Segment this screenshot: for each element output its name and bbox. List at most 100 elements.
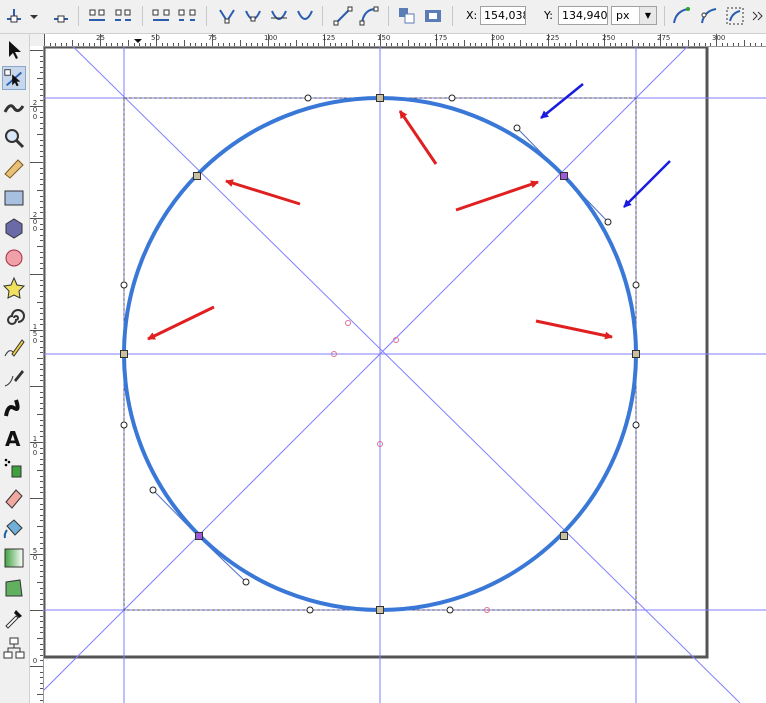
node-tool-button[interactable] xyxy=(2,66,26,90)
measure-tool-icon[interactable] xyxy=(2,156,26,180)
auto-smooth-node-icon[interactable] xyxy=(294,5,316,27)
v-ruler-label: 2 0 0 xyxy=(32,211,38,233)
drawing-canvas[interactable] xyxy=(44,47,766,703)
h-ruler-label: 275 xyxy=(657,34,671,42)
stroke-to-path-icon[interactable] xyxy=(422,5,444,27)
ellipse-tool-icon[interactable] xyxy=(2,246,26,270)
show-bezier-handles-icon[interactable] xyxy=(698,5,720,27)
show-transform-handles-icon[interactable] xyxy=(670,5,692,27)
pencil-tool-icon[interactable] xyxy=(2,336,26,360)
handle xyxy=(242,578,250,586)
v-ruler-label: 5 0 xyxy=(32,547,38,562)
horizontal-ruler[interactable]: 25 50 75 100 125 150 175 200 225 250 275… xyxy=(44,34,766,47)
text-tool-icon[interactable]: A xyxy=(2,426,26,450)
svg-text:A: A xyxy=(5,427,21,450)
canvas-drawing xyxy=(44,47,766,703)
page-border xyxy=(44,47,709,659)
spray-tool-icon[interactable] xyxy=(2,456,26,480)
rectangle-tool-icon[interactable] xyxy=(2,186,26,210)
symmetric-node-icon[interactable] xyxy=(268,5,290,27)
ruler-corner xyxy=(30,34,44,46)
node-tool-icon xyxy=(4,69,22,87)
delete-segment-icon[interactable] xyxy=(176,5,198,27)
handle xyxy=(513,124,521,132)
calligraphy-tool-icon[interactable] xyxy=(2,396,26,420)
h-ruler-label: 175 xyxy=(434,34,448,42)
show-path-outline-icon[interactable] xyxy=(724,5,746,27)
h-ruler-label: 125 xyxy=(322,34,336,42)
h-ruler-label: 50 xyxy=(151,34,160,42)
connector-tool-icon[interactable] xyxy=(2,636,26,660)
handle xyxy=(632,281,640,289)
blue-annotation-arrows xyxy=(540,83,671,208)
node-selected xyxy=(195,532,203,540)
x-label: X: xyxy=(466,9,478,22)
node xyxy=(193,172,201,180)
3d-box-tool-icon[interactable] xyxy=(2,216,26,240)
make-segment-line-icon[interactable] xyxy=(332,5,354,27)
h-ruler-label: 100 xyxy=(264,34,278,42)
handle xyxy=(120,421,128,429)
dropper-tool-icon[interactable] xyxy=(2,606,26,630)
delete-node-icon[interactable] xyxy=(50,5,72,27)
handle xyxy=(448,94,456,102)
handle xyxy=(304,94,312,102)
node xyxy=(120,350,128,358)
vertical-ruler[interactable]: 2 0 0 2 0 0 1 5 0 1 0 0 5 0 0 xyxy=(30,46,44,703)
v-ruler-label: 0 xyxy=(32,657,38,665)
unit-select[interactable]: px ▼ xyxy=(611,6,657,25)
object-to-path-icon[interactable] xyxy=(396,5,418,27)
handle xyxy=(632,421,640,429)
h-ruler-label: 300 xyxy=(712,34,726,42)
zoom-tool-icon[interactable] xyxy=(2,126,26,150)
guides xyxy=(44,47,766,703)
h-ruler-label: 225 xyxy=(546,34,560,42)
blue-arrow xyxy=(623,160,671,208)
y-coordinate-input[interactable]: 134,940 xyxy=(558,6,608,25)
smooth-node-icon[interactable] xyxy=(242,5,264,27)
red-arrow xyxy=(398,110,438,165)
node xyxy=(560,532,568,540)
pen-tool-icon[interactable] xyxy=(2,366,26,390)
star-tool-icon[interactable] xyxy=(2,276,26,300)
handle xyxy=(149,486,157,494)
node-selected xyxy=(560,172,568,180)
eraser-tool-icon[interactable] xyxy=(2,486,26,510)
node xyxy=(376,94,384,102)
v-ruler-label: 2 0 0 xyxy=(32,99,38,121)
handle xyxy=(446,606,454,614)
insert-menu-arrow-icon[interactable] xyxy=(28,5,40,27)
insert-node-icon[interactable] xyxy=(3,5,25,27)
toolbox: A xyxy=(0,34,30,703)
vertical-ruler-ticks xyxy=(30,50,43,701)
paint-bucket-tool-icon[interactable] xyxy=(2,516,26,540)
red-arrow xyxy=(535,319,613,340)
join-segment-icon[interactable] xyxy=(150,5,172,27)
h-ruler-label: 250 xyxy=(602,34,616,42)
red-arrow xyxy=(455,180,539,212)
selector-tool-icon[interactable] xyxy=(2,38,26,62)
blue-arrow xyxy=(540,83,584,119)
break-path-icon[interactable] xyxy=(112,5,134,27)
red-arrow xyxy=(147,305,215,341)
handle xyxy=(306,606,314,614)
toolbar-overflow-icon[interactable] xyxy=(750,5,764,27)
node-tool-controls-bar: X: 154,038 Y: 134,940 px ▼ xyxy=(0,0,766,34)
mesh-tool-icon[interactable] xyxy=(2,576,26,600)
tweak-tool-icon[interactable] xyxy=(2,96,26,120)
spiral-tool-icon[interactable] xyxy=(2,306,26,330)
cusp-node-icon[interactable] xyxy=(216,5,238,27)
h-ruler-label: 150 xyxy=(377,34,391,42)
v-ruler-label: 1 0 0 xyxy=(32,435,38,457)
x-coordinate-input[interactable]: 154,038 xyxy=(480,6,526,25)
join-nodes-icon[interactable] xyxy=(86,5,108,27)
handle xyxy=(604,218,612,226)
node xyxy=(376,606,384,614)
h-ruler-label: 75 xyxy=(208,34,217,42)
y-label: Y: xyxy=(544,9,553,22)
red-arrow xyxy=(225,179,301,206)
h-ruler-label: 200 xyxy=(491,34,505,42)
make-segment-curve-icon[interactable] xyxy=(358,5,380,27)
node xyxy=(632,350,640,358)
gradient-tool-icon[interactable] xyxy=(2,546,26,570)
